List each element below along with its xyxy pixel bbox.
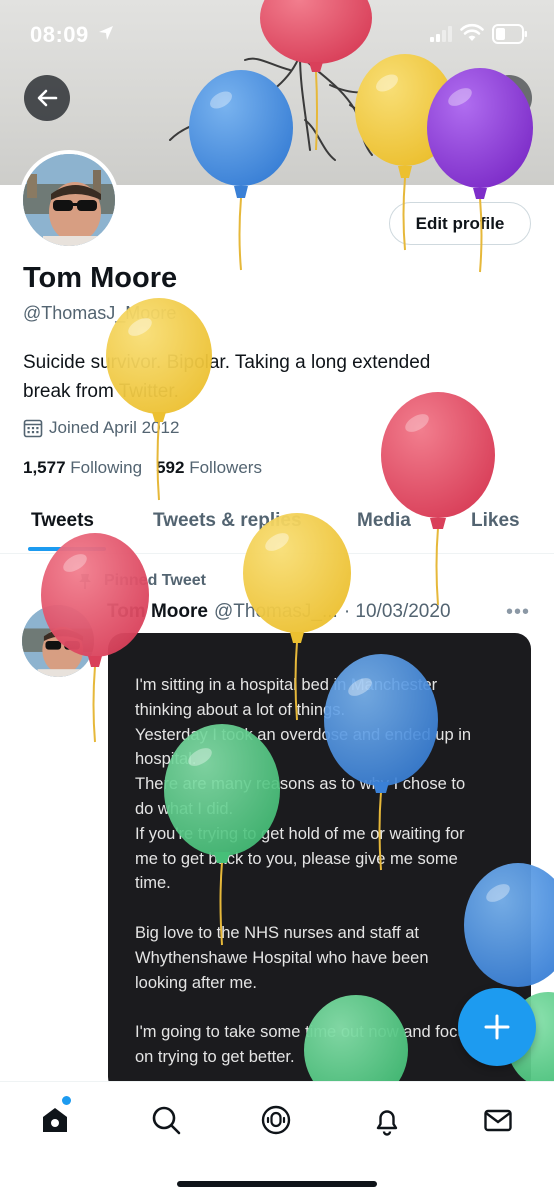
tweet-date[interactable]: · 10/03/2020	[344, 601, 451, 623]
battery-icon	[492, 24, 527, 44]
edit-profile-button[interactable]: Edit profile	[389, 202, 531, 245]
tab-tweets[interactable]: Tweets	[31, 510, 94, 532]
followers-label: Followers	[189, 458, 262, 477]
tweet-avatar[interactable]	[22, 605, 94, 677]
pin-icon	[79, 574, 91, 589]
profile-bio: Suicide survivor. Bipolar. Taking a long…	[23, 348, 503, 406]
home-indicator[interactable]	[177, 1181, 377, 1187]
nav-notifications[interactable]	[367, 1100, 407, 1140]
spaces-icon	[261, 1105, 291, 1135]
bio-line: break from Twitter.	[23, 381, 179, 402]
pinned-indicator: Pinned Tweet	[76, 572, 206, 590]
status-time: 08:09	[30, 22, 89, 47]
explore-icon	[152, 1106, 181, 1135]
following-label: Following	[70, 458, 143, 477]
pinned-label: Pinned Tweet	[104, 572, 206, 589]
search-icon	[499, 88, 520, 109]
search-button[interactable]	[486, 75, 532, 121]
joined-date: Joined April 2012	[23, 418, 179, 438]
nav-home[interactable]	[35, 1100, 75, 1140]
plus-icon	[484, 1014, 510, 1040]
tweet-image-text: I'm sitting in a hospital bed in Manches…	[135, 673, 515, 1070]
tweet-author-name[interactable]: Tom Moore	[107, 601, 208, 623]
tab-likes[interactable]: Likes	[471, 510, 520, 532]
following-count: 1,577	[23, 458, 66, 477]
image-paragraph: I'm sitting in a hospital bed in Manches…	[135, 676, 472, 893]
more-options-icon[interactable]: •••	[506, 601, 530, 624]
bio-line: Suicide survivor. Bipolar. Taking a long…	[23, 352, 431, 373]
notifications-icon	[376, 1110, 398, 1136]
avatar-photo	[22, 605, 94, 677]
avatar-photo	[23, 154, 115, 246]
status-bar: 08:09	[0, 0, 554, 68]
nav-explore[interactable]	[146, 1100, 186, 1140]
profile-name: Tom Moore	[23, 262, 178, 294]
followers-count: 592	[156, 458, 185, 477]
follow-stats: 1,577 Following 592 Followers	[23, 458, 262, 478]
wifi-icon	[460, 23, 484, 41]
nav-messages[interactable]	[478, 1100, 518, 1140]
profile-handle: @ThomasJ_Moore	[23, 303, 177, 323]
location-arrow-icon	[99, 26, 113, 40]
profile-avatar[interactable]	[19, 150, 119, 250]
tweet-author-handle[interactable]: @ThomasJ_...	[214, 601, 338, 623]
notification-dot	[62, 1096, 71, 1105]
joined-label: Joined April 2012	[49, 418, 180, 437]
following-link[interactable]: 1,577 Following	[23, 458, 142, 478]
cell-signal-icon	[430, 26, 452, 42]
tab-media[interactable]: Media	[357, 510, 411, 532]
followers-link[interactable]: 592 Followers	[156, 458, 262, 478]
home-icon	[43, 1108, 67, 1132]
image-paragraph: Big love to the NHS nurses and staff at …	[135, 923, 429, 992]
messages-icon	[484, 1109, 512, 1132]
tweet-header: Tom Moore @ThomasJ_... · 10/03/2020	[107, 601, 451, 623]
back-button[interactable]	[24, 75, 70, 121]
active-tab-indicator	[28, 547, 106, 551]
nav-spaces[interactable]	[256, 1100, 296, 1140]
tab-tweets-and-replies[interactable]: Tweets & replies	[153, 510, 302, 532]
calendar-icon	[23, 419, 43, 438]
profile-tabs: Tweets Tweets & replies Media Likes	[0, 498, 554, 554]
arrow-left-icon	[37, 89, 58, 107]
compose-tweet-button[interactable]	[458, 988, 536, 1066]
